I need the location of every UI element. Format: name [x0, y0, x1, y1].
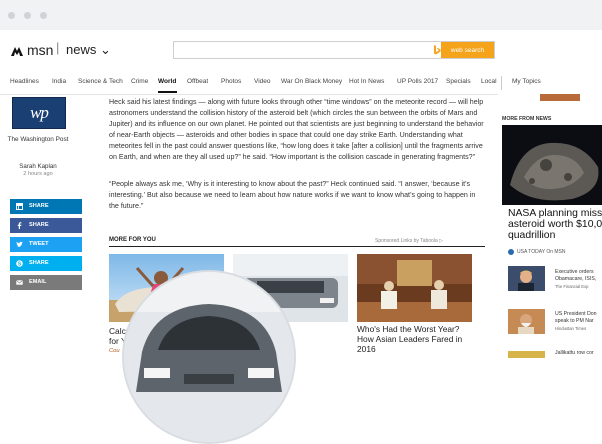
- nav-my-topics[interactable]: My Topics: [512, 78, 541, 85]
- taboola-sponsored-link[interactable]: Sponsored Links by Taboola ▷: [375, 238, 443, 244]
- rail-item-image[interactable]: [508, 348, 545, 358]
- search-box: web search: [173, 41, 495, 59]
- publisher-logo[interactable]: wp: [12, 97, 66, 129]
- nav-headlines[interactable]: Headlines: [10, 78, 39, 85]
- rail-item-title[interactable]: US President Don speak to PM Nar: [555, 311, 597, 325]
- browser-chrome: [0, 0, 602, 30]
- nav-india[interactable]: India: [52, 78, 66, 85]
- rail-item-image[interactable]: [508, 309, 545, 334]
- more-for-you-heading: MORE FOR YOU: [109, 237, 156, 243]
- rail-item-title[interactable]: Jallikattu row cor: [555, 350, 594, 357]
- jallikattu-photo: [508, 351, 545, 358]
- asteroid-photo: [502, 125, 602, 205]
- nav-world[interactable]: World: [158, 78, 176, 85]
- rail-item-image[interactable]: [508, 266, 545, 291]
- rail-item-source: The Financial Exp: [555, 284, 589, 289]
- rail-top-image[interactable]: [540, 94, 580, 101]
- publish-time: 2 hours ago: [23, 171, 53, 177]
- nav-local[interactable]: Local: [481, 78, 497, 85]
- nav-photos[interactable]: Photos: [221, 78, 241, 85]
- usa-today-icon: [508, 249, 514, 255]
- rail-source: USA TODAY On MSN: [517, 249, 566, 255]
- rail-item-title[interactable]: Executive orders Obamacare, ISIS,: [555, 269, 596, 283]
- active-tab-indicator: [158, 91, 177, 93]
- nav-offbeat[interactable]: Offbeat: [187, 78, 208, 85]
- nav-science-tech[interactable]: Science & Tech: [78, 78, 123, 85]
- skype-share-button[interactable]: S SHARE: [10, 256, 82, 271]
- msn-logo-text[interactable]: msn: [27, 42, 53, 58]
- nav-divider: [501, 76, 502, 90]
- publisher-name[interactable]: The Washington Post: [0, 136, 76, 143]
- article-paragraph: “People always ask me, ‘Why is it intere…: [109, 180, 476, 210]
- author-name: Sarah Kaplan: [19, 163, 57, 170]
- section-dropdown[interactable]: news ⌄: [66, 42, 111, 58]
- card-title[interactable]: Who's Had the Worst Year? How Asian Lead…: [357, 324, 462, 354]
- facebook-icon: [17, 222, 22, 229]
- section-divider: [109, 246, 485, 247]
- rail-headline[interactable]: NASA planning missio asteroid worth $10,…: [508, 208, 602, 241]
- asteroid-image[interactable]: [502, 125, 602, 205]
- trump-photo: [508, 266, 545, 291]
- skype-icon: S: [16, 260, 23, 267]
- nav-war-on-black-money[interactable]: War On Black Money: [281, 78, 342, 85]
- twitter-share-button[interactable]: TWEET: [10, 237, 82, 252]
- more-from-news-heading: MORE FROM NEWS: [502, 116, 552, 122]
- search-input[interactable]: [174, 42, 444, 58]
- header-divider: |: [56, 40, 60, 55]
- twitter-icon: [16, 241, 23, 247]
- card-source: Cou: [109, 348, 120, 354]
- window-zoom-dot[interactable]: [40, 12, 47, 19]
- nav-crime[interactable]: Crime: [131, 78, 148, 85]
- email-share-button[interactable]: EMAIL: [10, 275, 82, 290]
- nav-video[interactable]: Video: [254, 78, 271, 85]
- facebook-share-button[interactable]: SHARE: [10, 218, 82, 233]
- article-paragraph: Heck said his latest findings — along wi…: [109, 98, 484, 161]
- nav-specials[interactable]: Specials: [446, 78, 471, 85]
- category-nav: Headlines India Science & Tech Crime Wor…: [0, 70, 602, 95]
- nav-up-polls-2017[interactable]: UP Polls 2017: [397, 78, 438, 85]
- email-icon: [16, 280, 23, 285]
- window-close-dot[interactable]: [8, 12, 15, 19]
- modi-photo: [508, 309, 545, 334]
- nav-hot-in-news[interactable]: Hot In News: [349, 78, 384, 85]
- car-closeup-image: [124, 272, 294, 442]
- linkedin-icon: [16, 203, 23, 210]
- window-minimize-dot[interactable]: [24, 12, 31, 19]
- card-photo: [357, 254, 472, 322]
- msn-butterfly-icon[interactable]: [10, 45, 24, 57]
- rail-item-source: Hindustan Times: [555, 326, 587, 331]
- web-search-button[interactable]: web search: [441, 42, 494, 58]
- card-image-leaders[interactable]: [357, 254, 472, 322]
- linkedin-share-button[interactable]: SHARE: [10, 199, 82, 214]
- magnifier-overlay: [122, 270, 296, 444]
